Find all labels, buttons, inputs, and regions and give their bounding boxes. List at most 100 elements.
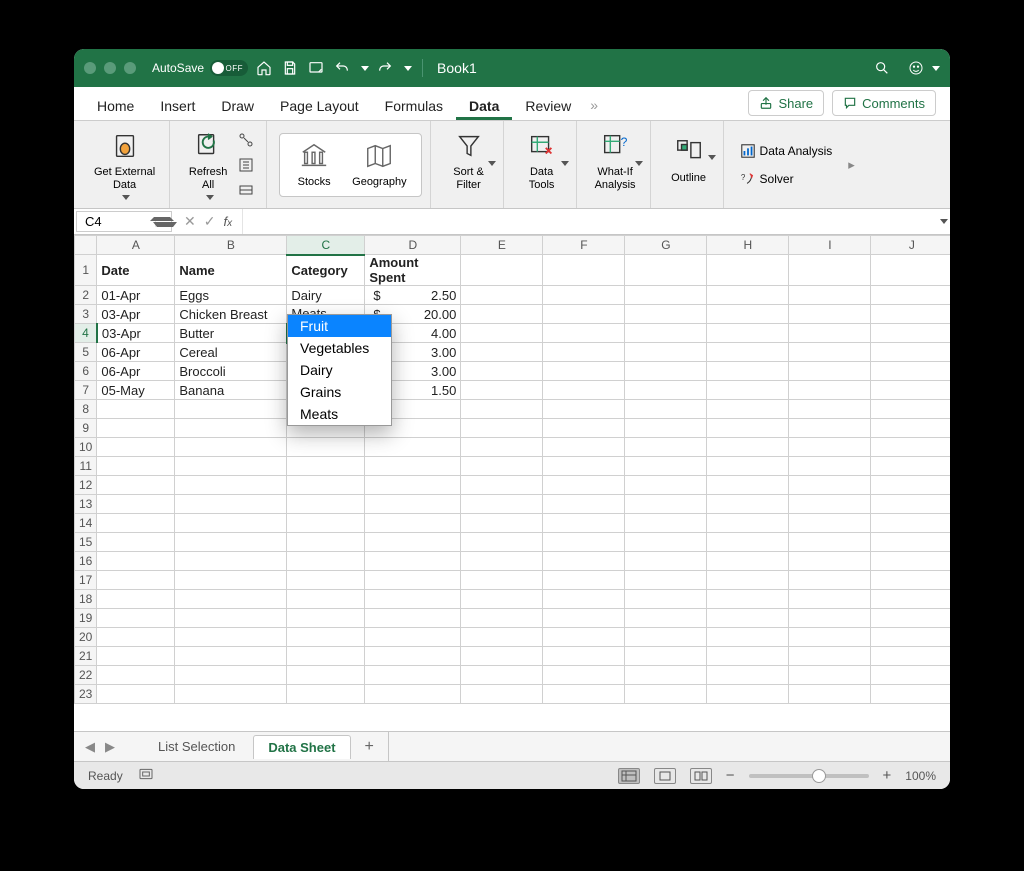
cell-I3[interactable] xyxy=(789,305,871,324)
cell-D11[interactable] xyxy=(365,457,461,476)
sheet-tab-data-sheet[interactable]: Data Sheet xyxy=(253,735,350,759)
cell-A8[interactable] xyxy=(97,400,175,419)
cell-J21[interactable] xyxy=(871,647,950,666)
solver-button[interactable]: ? Solver xyxy=(736,168,798,190)
cell-J22[interactable] xyxy=(871,666,950,685)
cell-G4[interactable] xyxy=(625,324,707,343)
cell-H2[interactable] xyxy=(707,286,789,305)
cell-H3[interactable] xyxy=(707,305,789,324)
cell-J8[interactable] xyxy=(871,400,950,419)
cell-F16[interactable] xyxy=(543,552,625,571)
cell-F4[interactable] xyxy=(543,324,625,343)
cell-G14[interactable] xyxy=(625,514,707,533)
cell-H13[interactable] xyxy=(707,495,789,514)
cell-A2[interactable]: 01-Apr xyxy=(97,286,175,305)
cell-B13[interactable] xyxy=(175,495,287,514)
cell-C16[interactable] xyxy=(287,552,365,571)
cell-H15[interactable] xyxy=(707,533,789,552)
cell-I4[interactable] xyxy=(789,324,871,343)
add-sheet-button[interactable]: + xyxy=(355,738,384,756)
cell-A12[interactable] xyxy=(97,476,175,495)
cell-E6[interactable] xyxy=(461,362,543,381)
get-external-data-button[interactable]: Get External Data xyxy=(88,127,161,202)
cell-F8[interactable] xyxy=(543,400,625,419)
row-header-7[interactable]: 7 xyxy=(75,381,97,400)
ribbon-overflow-icon[interactable]: ▸ xyxy=(848,157,856,173)
cell-J5[interactable] xyxy=(871,343,950,362)
cell-D15[interactable] xyxy=(365,533,461,552)
cell-G6[interactable] xyxy=(625,362,707,381)
cell-A17[interactable] xyxy=(97,571,175,590)
cell-G9[interactable] xyxy=(625,419,707,438)
cell-D2[interactable]: $2.50 xyxy=(365,286,461,305)
cell-E11[interactable] xyxy=(461,457,543,476)
cell-F22[interactable] xyxy=(543,666,625,685)
cell-F6[interactable] xyxy=(543,362,625,381)
cell-H19[interactable] xyxy=(707,609,789,628)
cell-H18[interactable] xyxy=(707,590,789,609)
cell-B8[interactable] xyxy=(175,400,287,419)
cell-A16[interactable] xyxy=(97,552,175,571)
col-header-E[interactable]: E xyxy=(461,236,543,255)
col-header-J[interactable]: J xyxy=(871,236,950,255)
cell-G8[interactable] xyxy=(625,400,707,419)
cell-F20[interactable] xyxy=(543,628,625,647)
cell-H17[interactable] xyxy=(707,571,789,590)
cell-J19[interactable] xyxy=(871,609,950,628)
cell-E16[interactable] xyxy=(461,552,543,571)
cell-I22[interactable] xyxy=(789,666,871,685)
cell-H7[interactable] xyxy=(707,381,789,400)
formula-input[interactable] xyxy=(243,214,934,229)
cell-J13[interactable] xyxy=(871,495,950,514)
cell-H11[interactable] xyxy=(707,457,789,476)
cell-I11[interactable] xyxy=(789,457,871,476)
cell-E21[interactable] xyxy=(461,647,543,666)
cell-E15[interactable] xyxy=(461,533,543,552)
cell-G5[interactable] xyxy=(625,343,707,362)
cell-I9[interactable] xyxy=(789,419,871,438)
cell-F19[interactable] xyxy=(543,609,625,628)
redo-icon[interactable] xyxy=(375,58,395,78)
cell-I14[interactable] xyxy=(789,514,871,533)
col-header-C[interactable]: C xyxy=(287,236,365,255)
row-header-23[interactable]: 23 xyxy=(75,685,97,704)
cell-F2[interactable] xyxy=(543,286,625,305)
cell-H9[interactable] xyxy=(707,419,789,438)
cell-H8[interactable] xyxy=(707,400,789,419)
cell-B17[interactable] xyxy=(175,571,287,590)
cell-A23[interactable] xyxy=(97,685,175,704)
cell-G19[interactable] xyxy=(625,609,707,628)
tab-formulas[interactable]: Formulas xyxy=(372,91,456,120)
cell-A20[interactable] xyxy=(97,628,175,647)
cell-B16[interactable] xyxy=(175,552,287,571)
select-all-corner[interactable] xyxy=(75,236,97,255)
cell-G12[interactable] xyxy=(625,476,707,495)
cell-J15[interactable] xyxy=(871,533,950,552)
col-header-D[interactable]: D xyxy=(365,236,461,255)
cell-G23[interactable] xyxy=(625,685,707,704)
cell-E10[interactable] xyxy=(461,438,543,457)
data-validation-dropdown[interactable]: FruitVegetablesDairyGrainsMeats xyxy=(287,314,392,426)
cell-G16[interactable] xyxy=(625,552,707,571)
cell-B11[interactable] xyxy=(175,457,287,476)
cell-B20[interactable] xyxy=(175,628,287,647)
cell-B9[interactable] xyxy=(175,419,287,438)
sheet-nav-next-icon[interactable]: ▶ xyxy=(102,739,118,755)
cell-I10[interactable] xyxy=(789,438,871,457)
cell-G15[interactable] xyxy=(625,533,707,552)
cell-A10[interactable] xyxy=(97,438,175,457)
cell-F11[interactable] xyxy=(543,457,625,476)
account-dropdown-icon[interactable] xyxy=(932,66,940,71)
cell-E17[interactable] xyxy=(461,571,543,590)
cell-D16[interactable] xyxy=(365,552,461,571)
home-icon[interactable] xyxy=(254,58,274,78)
cell-F18[interactable] xyxy=(543,590,625,609)
cell-G20[interactable] xyxy=(625,628,707,647)
search-icon[interactable] xyxy=(872,58,892,78)
cell-A9[interactable] xyxy=(97,419,175,438)
col-header-I[interactable]: I xyxy=(789,236,871,255)
cell-J20[interactable] xyxy=(871,628,950,647)
row-header-16[interactable]: 16 xyxy=(75,552,97,571)
data-tools-button[interactable]: Data Tools xyxy=(516,127,568,202)
tab-data[interactable]: Data xyxy=(456,91,512,120)
